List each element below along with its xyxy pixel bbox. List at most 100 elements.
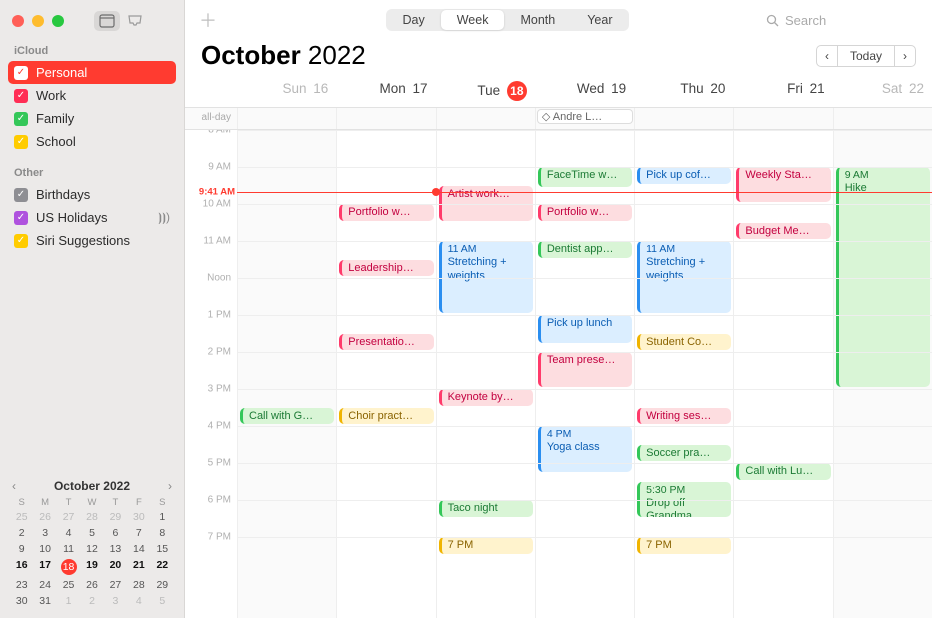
mini-day-cell[interactable]: 29	[104, 510, 127, 524]
day-header[interactable]: Sun 16	[237, 77, 336, 107]
event[interactable]: Writing ses…	[637, 408, 731, 425]
mini-day-cell[interactable]: 31	[33, 594, 56, 608]
allday-cell[interactable]: ◇ Andre L…	[535, 108, 634, 129]
allday-cell[interactable]	[733, 108, 832, 129]
calendar-checkbox[interactable]: ✓	[14, 234, 28, 248]
mini-day-cell[interactable]: 29	[151, 578, 174, 592]
event[interactable]: Pick up cof…	[637, 167, 731, 184]
mini-day-cell[interactable]: 11	[57, 542, 80, 556]
calendar-checkbox[interactable]: ✓	[14, 66, 28, 80]
event[interactable]: Artist work…	[439, 186, 533, 221]
event[interactable]: 11 AMStretching + weights	[439, 241, 533, 313]
fullscreen-window-button[interactable]	[52, 15, 64, 27]
day-header[interactable]: Mon 17	[336, 77, 435, 107]
calendar-item-birthdays[interactable]: ✓Birthdays	[8, 183, 176, 206]
calendar-item-siri-suggestions[interactable]: ✓Siri Suggestions	[8, 229, 176, 252]
event[interactable]: Call with G…	[240, 408, 334, 425]
day-header[interactable]: Thu 20	[634, 77, 733, 107]
mini-day-cell[interactable]: 27	[57, 510, 80, 524]
allday-cell[interactable]	[833, 108, 932, 129]
event[interactable]: Portfolio w…	[538, 204, 632, 221]
event[interactable]: Leadership…	[339, 260, 433, 277]
calendar-item-family[interactable]: ✓Family	[8, 107, 176, 130]
event[interactable]: 7 PM	[637, 537, 731, 554]
calendar-item-work[interactable]: ✓Work	[8, 84, 176, 107]
mini-day-cell[interactable]: 8	[151, 526, 174, 540]
mini-day-cell[interactable]: 1	[57, 594, 80, 608]
add-event-button[interactable]: ＋	[199, 7, 217, 33]
mini-next-button[interactable]: ›	[166, 479, 174, 493]
mini-day-cell[interactable]: 2	[10, 526, 33, 540]
event[interactable]: FaceTime w…	[538, 167, 632, 187]
view-year[interactable]: Year	[571, 10, 628, 30]
mini-day-cell[interactable]: 10	[33, 542, 56, 556]
inbox-icon[interactable]	[122, 11, 148, 31]
mini-day-cell[interactable]: 25	[57, 578, 80, 592]
mini-day-cell[interactable]: 26	[80, 578, 103, 592]
calendar-checkbox[interactable]: ✓	[14, 211, 28, 225]
close-window-button[interactable]	[12, 15, 24, 27]
mini-day-cell[interactable]: 6	[104, 526, 127, 540]
event[interactable]: Budget Me…	[736, 223, 830, 240]
view-week[interactable]: Week	[441, 10, 505, 30]
event[interactable]: Portfolio w…	[339, 204, 433, 221]
mini-day-cell[interactable]: 30	[127, 510, 150, 524]
event[interactable]: 7 PM	[439, 537, 533, 554]
mini-day-cell[interactable]: 12	[80, 542, 103, 556]
view-month[interactable]: Month	[504, 10, 571, 30]
event[interactable]: Pick up lunch	[538, 315, 632, 343]
minimize-window-button[interactable]	[32, 15, 44, 27]
event[interactable]: 9 AMHike	[836, 167, 930, 387]
event[interactable]: Call with Lu…	[736, 463, 830, 480]
mini-day-cell[interactable]: 28	[127, 578, 150, 592]
mini-day-cell[interactable]: 24	[33, 578, 56, 592]
calendar-checkbox[interactable]: ✓	[14, 89, 28, 103]
event[interactable]: Presentatio…	[339, 334, 433, 351]
calendar-item-school[interactable]: ✓School	[8, 130, 176, 153]
mini-day-cell[interactable]: 25	[10, 510, 33, 524]
mini-prev-button[interactable]: ‹	[10, 479, 18, 493]
calendar-checkbox[interactable]: ✓	[14, 188, 28, 202]
mini-day-cell[interactable]: 3	[104, 594, 127, 608]
day-header[interactable]: Fri 21	[733, 77, 832, 107]
allday-cell[interactable]	[237, 108, 336, 129]
mini-day-cell[interactable]: 2	[80, 594, 103, 608]
allday-cell[interactable]	[336, 108, 435, 129]
mini-day-cell[interactable]: 30	[10, 594, 33, 608]
allday-event[interactable]: ◇ Andre L…	[537, 109, 633, 124]
mini-day-cell[interactable]: 17	[33, 558, 56, 576]
mini-day-cell[interactable]: 13	[104, 542, 127, 556]
event[interactable]: Team prese…	[538, 352, 632, 387]
calendar-item-personal[interactable]: ✓Personal	[8, 61, 176, 84]
event[interactable]: 5:30 PMDrop off Grandma…	[637, 482, 731, 517]
mini-day-cell[interactable]: 7	[127, 526, 150, 540]
search-field[interactable]: Search	[758, 10, 918, 31]
mini-day-cell[interactable]: 18	[57, 558, 80, 576]
mini-day-cell[interactable]: 14	[127, 542, 150, 556]
event[interactable]: 11 AMStretching + weights	[637, 241, 731, 313]
mini-day-cell[interactable]: 4	[57, 526, 80, 540]
event[interactable]: Choir pract…	[339, 408, 433, 425]
mini-day-cell[interactable]: 20	[104, 558, 127, 576]
day-header[interactable]: Wed 19	[535, 77, 634, 107]
mini-day-cell[interactable]: 4	[127, 594, 150, 608]
view-day[interactable]: Day	[387, 10, 441, 30]
mini-day-cell[interactable]: 22	[151, 558, 174, 576]
calendar-checkbox[interactable]: ✓	[14, 135, 28, 149]
mini-day-cell[interactable]: 28	[80, 510, 103, 524]
calendar-view-icon[interactable]	[94, 11, 120, 31]
event[interactable]: Weekly Sta…	[736, 167, 830, 202]
event[interactable]: Soccer pra…	[637, 445, 731, 462]
mini-day-cell[interactable]: 3	[33, 526, 56, 540]
day-header[interactable]: Sat 22	[833, 77, 932, 107]
day-header[interactable]: Tue 18	[436, 77, 535, 107]
allday-cell[interactable]	[634, 108, 733, 129]
mini-day-cell[interactable]: 26	[33, 510, 56, 524]
event[interactable]: 4 PMYoga class	[538, 426, 632, 472]
mini-day-cell[interactable]: 21	[127, 558, 150, 576]
mini-day-cell[interactable]: 9	[10, 542, 33, 556]
event[interactable]: Student Co…	[637, 334, 731, 351]
mini-day-cell[interactable]: 23	[10, 578, 33, 592]
event[interactable]: Keynote by…	[439, 389, 533, 406]
calendar-item-us-holidays[interactable]: ✓US Holidays⦘⦘)	[8, 206, 176, 229]
